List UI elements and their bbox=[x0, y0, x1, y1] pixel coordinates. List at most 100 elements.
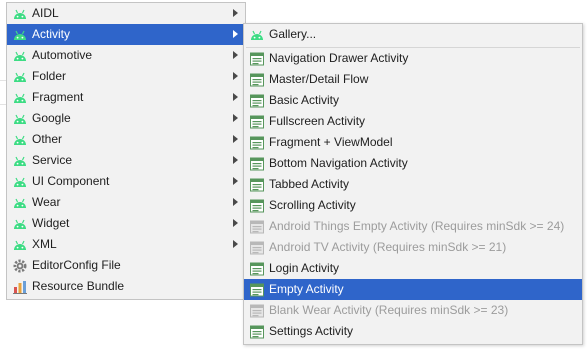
menu-item-label: Navigation Drawer Activity bbox=[269, 51, 409, 65]
menu-item-label: Gallery... bbox=[269, 27, 317, 41]
activity-template-icon bbox=[250, 115, 264, 128]
menu-item-xml[interactable]: XML bbox=[7, 234, 245, 255]
menu-item-label: Folder bbox=[32, 69, 67, 83]
menu-item-master-detail-flow[interactable]: Master/Detail Flow bbox=[244, 69, 582, 90]
menu-item-label: EditorConfig File bbox=[32, 258, 121, 272]
menu-item-resource-bundle[interactable]: Resource Bundle bbox=[7, 276, 245, 297]
menu-item-label: Fullscreen Activity bbox=[269, 114, 366, 128]
menu-item-label: Basic Activity bbox=[269, 93, 340, 107]
submenu-arrow-icon bbox=[233, 9, 238, 17]
menu-item-google[interactable]: Google bbox=[7, 108, 245, 129]
submenu-arrow-icon bbox=[233, 177, 238, 185]
menu-item-android-things-empty-activity-requires-minsdk-24: Android Things Empty Activity (Requires … bbox=[244, 216, 582, 237]
menu-item-ui-component[interactable]: UI Component bbox=[7, 171, 245, 192]
android-icon bbox=[14, 156, 26, 166]
menu-item-label: Fragment bbox=[32, 90, 84, 104]
activity-submenu: Gallery... Navigation Drawer Activity Mast… bbox=[243, 23, 583, 345]
menu-item-label: Service bbox=[32, 153, 73, 167]
menu-item-label: Automotive bbox=[32, 48, 93, 62]
menu-item-other[interactable]: Other bbox=[7, 129, 245, 150]
menu-item-label: Fragment + ViewModel bbox=[269, 135, 393, 149]
activity-template-icon bbox=[250, 220, 264, 233]
submenu-arrow-icon bbox=[233, 114, 238, 122]
android-icon bbox=[14, 198, 26, 208]
submenu-arrow-icon bbox=[233, 156, 238, 164]
menu-item-label: Resource Bundle bbox=[32, 279, 125, 293]
menu-item-gallery[interactable]: Gallery... bbox=[244, 24, 582, 45]
activity-template-icon bbox=[250, 178, 264, 191]
submenu-arrow-icon bbox=[233, 135, 238, 143]
menu-item-aidl[interactable]: AIDL bbox=[7, 3, 245, 24]
menu-item-settings-activity[interactable]: Settings Activity bbox=[244, 321, 582, 342]
menu-item-label: Android Things Empty Activity (Requires … bbox=[269, 219, 565, 233]
android-icon bbox=[14, 240, 26, 250]
menu-item-label: Master/Detail Flow bbox=[269, 72, 369, 86]
menu-item-fragment[interactable]: Fragment bbox=[7, 87, 245, 108]
submenu-arrow-icon bbox=[233, 198, 238, 206]
menu-item-label: XML bbox=[32, 237, 57, 251]
android-icon bbox=[14, 114, 26, 124]
activity-template-icon bbox=[250, 73, 264, 86]
menu-item-blank-wear-activity-requires-minsdk-23: Blank Wear Activity (Requires minSdk >= … bbox=[244, 300, 582, 321]
menu-item-service[interactable]: Service bbox=[7, 150, 245, 171]
menu-item-label: Empty Activity bbox=[269, 282, 344, 296]
submenu-arrow-icon bbox=[233, 72, 238, 80]
gear-icon bbox=[13, 259, 27, 272]
menu-item-navigation-drawer-activity[interactable]: Navigation Drawer Activity bbox=[244, 48, 582, 69]
android-icon bbox=[14, 72, 26, 82]
menu-item-android-tv-activity-requires-minsdk-21: Android TV Activity (Requires minSdk >= … bbox=[244, 237, 582, 258]
menu-item-basic-activity[interactable]: Basic Activity bbox=[244, 90, 582, 111]
submenu-arrow-icon bbox=[233, 240, 238, 248]
activity-template-icon bbox=[250, 157, 264, 170]
submenu-arrow-icon bbox=[233, 219, 238, 227]
menu-item-editorconfig-file[interactable]: EditorConfig File bbox=[7, 255, 245, 276]
menu-item-scrolling-activity[interactable]: Scrolling Activity bbox=[244, 195, 582, 216]
menu-item-label: UI Component bbox=[32, 174, 110, 188]
android-icon bbox=[14, 93, 26, 103]
android-icon bbox=[14, 30, 26, 40]
menu-item-automotive[interactable]: Automotive bbox=[7, 45, 245, 66]
activity-template-icon bbox=[250, 136, 264, 149]
menu-item-label: Wear bbox=[32, 195, 61, 209]
activity-template-icon bbox=[250, 262, 264, 275]
menu-item-label: Blank Wear Activity (Requires minSdk >= … bbox=[269, 303, 509, 317]
menu-item-folder[interactable]: Folder bbox=[7, 66, 245, 87]
menu-item-label: Scrolling Activity bbox=[269, 198, 356, 212]
menu-item-label: Bottom Navigation Activity bbox=[269, 156, 408, 170]
bar-chart-icon bbox=[13, 280, 27, 294]
activity-template-icon bbox=[250, 241, 264, 254]
android-icon bbox=[14, 177, 26, 187]
menu-item-label: Other bbox=[32, 132, 63, 146]
menu-item-widget[interactable]: Widget bbox=[7, 213, 245, 234]
menu-item-label: Activity bbox=[32, 27, 71, 41]
menu-item-empty-activity[interactable]: Empty Activity bbox=[244, 279, 582, 300]
menu-item-tabbed-activity[interactable]: Tabbed Activity bbox=[244, 174, 582, 195]
android-icon bbox=[14, 51, 26, 61]
submenu-arrow-icon bbox=[233, 30, 238, 38]
menu-item-label: AIDL bbox=[32, 6, 59, 20]
activity-template-icon bbox=[250, 283, 264, 296]
menu-item-fragment-viewmodel[interactable]: Fragment + ViewModel bbox=[244, 132, 582, 153]
activity-template-icon bbox=[250, 325, 264, 338]
menu-item-login-activity[interactable]: Login Activity bbox=[244, 258, 582, 279]
android-icon bbox=[14, 135, 26, 145]
android-icon bbox=[251, 30, 263, 40]
activity-template-icon bbox=[250, 199, 264, 212]
android-icon bbox=[14, 9, 26, 19]
activity-template-icon bbox=[250, 94, 264, 107]
submenu-arrow-icon bbox=[233, 93, 238, 101]
menu-item-fullscreen-activity[interactable]: Fullscreen Activity bbox=[244, 111, 582, 132]
menu-item-bottom-navigation-activity[interactable]: Bottom Navigation Activity bbox=[244, 153, 582, 174]
menu-item-wear[interactable]: Wear bbox=[7, 192, 245, 213]
activity-template-icon bbox=[250, 52, 264, 65]
menu-item-activity[interactable]: Activity bbox=[7, 24, 245, 45]
menu-item-label: Google bbox=[32, 111, 71, 125]
menu-item-label: Widget bbox=[32, 216, 70, 230]
menu-item-label: Android TV Activity (Requires minSdk >= … bbox=[269, 240, 507, 254]
android-icon bbox=[14, 219, 26, 229]
menu-item-label: Tabbed Activity bbox=[269, 177, 350, 191]
submenu-arrow-icon bbox=[233, 51, 238, 59]
menu-item-label: Login Activity bbox=[269, 261, 340, 275]
new-submenu: AIDL Activity Automotive Folder Fragment Goog… bbox=[6, 2, 246, 300]
menu-item-label: Settings Activity bbox=[269, 324, 354, 338]
